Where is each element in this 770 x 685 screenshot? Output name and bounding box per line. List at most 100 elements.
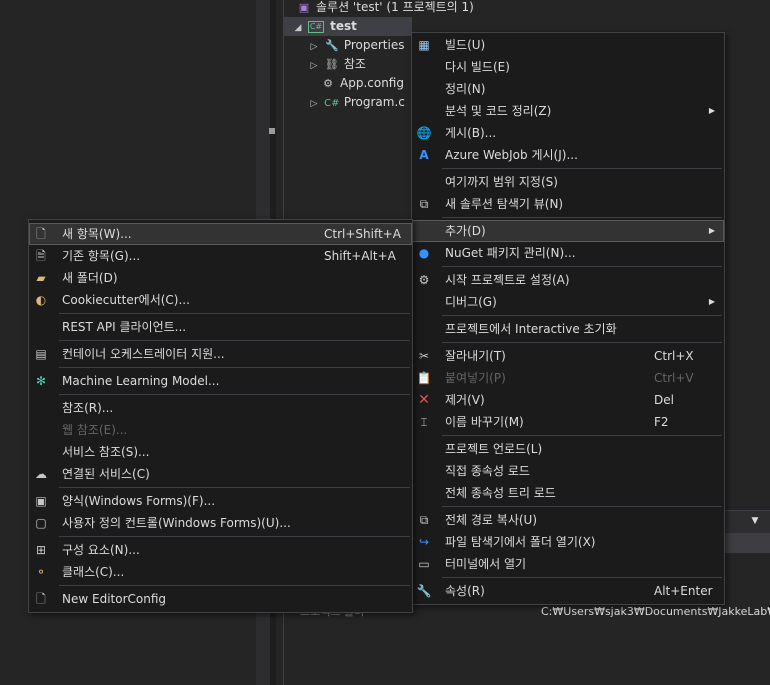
globe-icon: 🌐 — [416, 126, 432, 140]
references-icon: ⛓ — [324, 58, 339, 71]
expand-chevron-icon[interactable]: ▷ — [308, 95, 320, 114]
expand-chevron-icon[interactable]: ▷ — [308, 57, 320, 76]
menu-item-web-reference: 웹 참조(E)... — [62, 423, 128, 437]
existing-item-icon: 🗎 — [36, 249, 46, 263]
new-view-icon: ⧉ — [419, 197, 429, 211]
menu-item-paste: 📋 붙여넣기(P) Ctrl+V — [416, 371, 694, 385]
csharp-project-icon: C# — [307, 20, 325, 33]
submenu-arrow-icon: ▶ — [708, 106, 715, 115]
menu-item-properties[interactable]: 🔧 속성(R) Alt+Enter — [412, 580, 724, 602]
wrench-icon: 🔧 — [416, 584, 432, 598]
menu-item-build[interactable]: ▦ 빌드(U) — [412, 34, 724, 56]
menu-item-add[interactable]: 추가(D) ▶ — [412, 220, 724, 242]
menu-item-reference[interactable]: 참조(R)... — [29, 397, 412, 419]
class-icon: ⚬ — [35, 565, 47, 579]
user-control-icon: ▢ — [35, 516, 47, 530]
menu-item-connected-service[interactable]: ☁ 연결된 서비스(C) — [29, 463, 412, 485]
csharp-file-icon: C# — [324, 98, 340, 109]
form-icon: ▣ — [35, 494, 47, 508]
new-folder-icon: ▰ — [36, 271, 46, 285]
menu-item-ml-model[interactable]: ✻ Machine Learning Model... — [29, 370, 412, 392]
cloud-service-icon: ☁ — [35, 467, 47, 481]
component-icon: ⊞ — [35, 543, 47, 557]
menu-item-rebuild[interactable]: 다시 빌드(E) — [412, 56, 724, 78]
solution-node[interactable]: ▣ 솔루션 'test' (1 프로젝트의 1) — [296, 0, 474, 17]
terminal-icon: ▭ — [418, 557, 430, 571]
menu-item-rename[interactable]: ⌶ 이름 바꾸기(M) F2 — [412, 411, 724, 433]
wrench-icon: 🔧 — [324, 39, 339, 52]
solution-label: 솔루션 'test' (1 프로젝트의 1) — [316, 0, 474, 14]
tree-item-label: Properties — [343, 38, 405, 52]
menu-item-class[interactable]: ⚬ 클래스(C)... — [29, 561, 412, 583]
menu-item-load-tree[interactable]: 전체 종속성 트리 로드 — [412, 482, 724, 504]
build-icon: ▦ — [418, 38, 430, 52]
copy-icon: ⧉ — [419, 513, 429, 527]
menu-item-new-item[interactable]: 🗋 새 항목(W)... Ctrl+Shift+A — [29, 223, 412, 245]
menu-item-component[interactable]: ⊞ 구성 요소(N)... — [29, 539, 412, 561]
tree-item-references[interactable]: ▷ ⛓ 참조 — [308, 55, 366, 74]
menu-item-copy-path[interactable]: ⧉ 전체 경로 복사(U) — [412, 509, 724, 531]
menu-separator — [59, 340, 410, 341]
menu-separator — [442, 266, 722, 267]
project-node[interactable]: ◢ C# test — [284, 17, 412, 36]
menu-item-nuget[interactable]: ● NuGet 패키지 관리(N)... — [412, 242, 724, 264]
menu-separator — [442, 342, 722, 343]
file-icon: 🗋 — [36, 592, 46, 606]
menu-item-clean[interactable]: 정리(N) — [412, 78, 724, 100]
ml-gear-icon: ✻ — [35, 374, 47, 388]
menu-item-new-folder[interactable]: ▰ 새 폴더(D) — [29, 267, 412, 289]
menu-item-interactive[interactable]: 프로젝트에서 Interactive 초기화 — [412, 318, 724, 340]
menu-item-cut[interactable]: ✂ 잘라내기(T) Ctrl+X — [412, 345, 724, 367]
project-context-menu: ▦ 빌드(U) 다시 빌드(E) 정리(N) 분석 및 코드 정리(Z) ▶ 🌐… — [411, 32, 725, 605]
menu-item-editorconfig[interactable]: 🗋 New EditorConfig — [29, 588, 412, 610]
nuget-icon: ● — [418, 246, 430, 260]
menu-item-form[interactable]: ▣ 양식(Windows Forms)(F)... — [29, 490, 412, 512]
menu-separator — [442, 577, 722, 578]
property-value[interactable]: C:₩Users₩sjak3₩Documents₩JakkeLab₩01 — [541, 602, 770, 622]
splitter-handle[interactable] — [269, 128, 275, 134]
menu-separator — [442, 217, 722, 218]
menu-separator — [59, 487, 410, 488]
tree-item-label: Program.c — [343, 95, 405, 109]
menu-item-container-orchestrator[interactable]: ▤ 컨테이너 오케스트레이터 지원... — [29, 343, 412, 365]
tree-item-program[interactable]: ▷ C# Program.c — [308, 93, 405, 112]
menu-item-service-reference[interactable]: 서비스 참조(S)... — [29, 441, 412, 463]
menu-item-set-startup[interactable]: ⚙ 시작 프로젝트로 설정(A) — [412, 269, 724, 291]
menu-separator — [442, 168, 722, 169]
menu-item-existing-item[interactable]: 🗎 기존 항목(G)... Shift+Alt+A — [29, 245, 412, 267]
project-label: test — [330, 19, 357, 33]
menu-separator — [59, 536, 410, 537]
new-item-icon: 🗋 — [36, 227, 46, 241]
tree-item-label: App.config — [340, 76, 404, 90]
scissors-icon: ✂ — [418, 349, 430, 363]
menu-item-rest-api[interactable]: REST API 클라이언트... — [29, 316, 412, 338]
solution-icon: ▣ — [298, 1, 310, 14]
menu-item-remove[interactable]: ✕ 제거(V) Del — [412, 389, 724, 411]
menu-item-scope-to-this[interactable]: 여기까지 범위 지정(S) — [412, 171, 724, 193]
menu-separator — [59, 585, 410, 586]
menu-item-analyze[interactable]: 분석 및 코드 정리(Z) ▶ — [412, 100, 724, 122]
menu-item-azure-webjob[interactable]: A Azure WebJob 게시(J)... — [412, 144, 724, 166]
menu-separator — [59, 394, 410, 395]
menu-item-cookiecutter[interactable]: ◐ Cookiecutter에서(C)... — [29, 289, 412, 311]
properties-dropdown-arrow-icon[interactable]: ▼ — [740, 510, 770, 532]
menu-item-debug[interactable]: 디버그(G) ▶ — [412, 291, 724, 313]
menu-separator — [59, 313, 410, 314]
menu-item-user-control[interactable]: ▢ 사용자 정의 컨트롤(Windows Forms)(U)... — [29, 512, 412, 534]
collapse-chevron-icon[interactable]: ◢ — [292, 19, 304, 38]
menu-item-publish[interactable]: 🌐 게시(B)... — [412, 122, 724, 144]
menu-item-open-terminal[interactable]: ▭ 터미널에서 열기 — [412, 553, 724, 575]
clipboard-icon: 📋 — [416, 371, 432, 385]
submenu-arrow-icon: ▶ — [708, 297, 715, 306]
tree-item-properties[interactable]: ▷ 🔧 Properties — [308, 36, 405, 55]
azure-icon: A — [419, 148, 429, 162]
menu-item-new-se-view[interactable]: ⧉ 새 솔루션 탐색기 뷰(N) — [412, 193, 724, 215]
add-submenu: 🗋 새 항목(W)... Ctrl+Shift+A 🗎 기존 항목(G)... … — [28, 219, 413, 613]
menu-item-load-direct[interactable]: 직접 종속성 로드 — [412, 460, 724, 482]
menu-item-open-folder[interactable]: ↪ 파일 탐색기에서 폴더 열기(X) — [412, 531, 724, 553]
tree-item-app-config[interactable]: ⚙ App.config — [320, 74, 404, 93]
menu-item-unload[interactable]: 프로젝트 언로드(L) — [412, 438, 724, 460]
submenu-arrow-icon: ▶ — [708, 226, 715, 235]
container-icon: ▤ — [35, 347, 47, 361]
menu-separator — [442, 435, 722, 436]
